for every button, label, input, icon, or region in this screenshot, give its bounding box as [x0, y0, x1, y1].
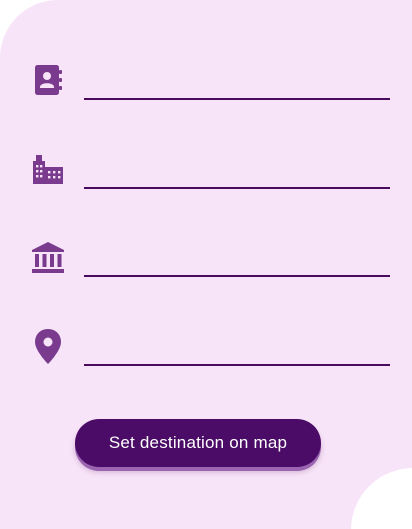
contact-field-row [30, 62, 392, 102]
location-field-row [30, 328, 392, 368]
location-pin-icon [30, 328, 66, 364]
bank-institution-icon [30, 239, 66, 275]
location-input[interactable] [84, 328, 390, 366]
contact-input[interactable] [84, 62, 390, 100]
city-buildings-icon [30, 151, 66, 187]
bank-input[interactable] [84, 239, 390, 277]
set-destination-button[interactable]: Set destination on map [75, 419, 321, 467]
bank-field-row [30, 239, 392, 279]
contact-book-icon [30, 62, 66, 98]
city-input[interactable] [84, 151, 390, 189]
form-card: Set destination on map [0, 0, 412, 529]
city-field-row [30, 151, 392, 191]
